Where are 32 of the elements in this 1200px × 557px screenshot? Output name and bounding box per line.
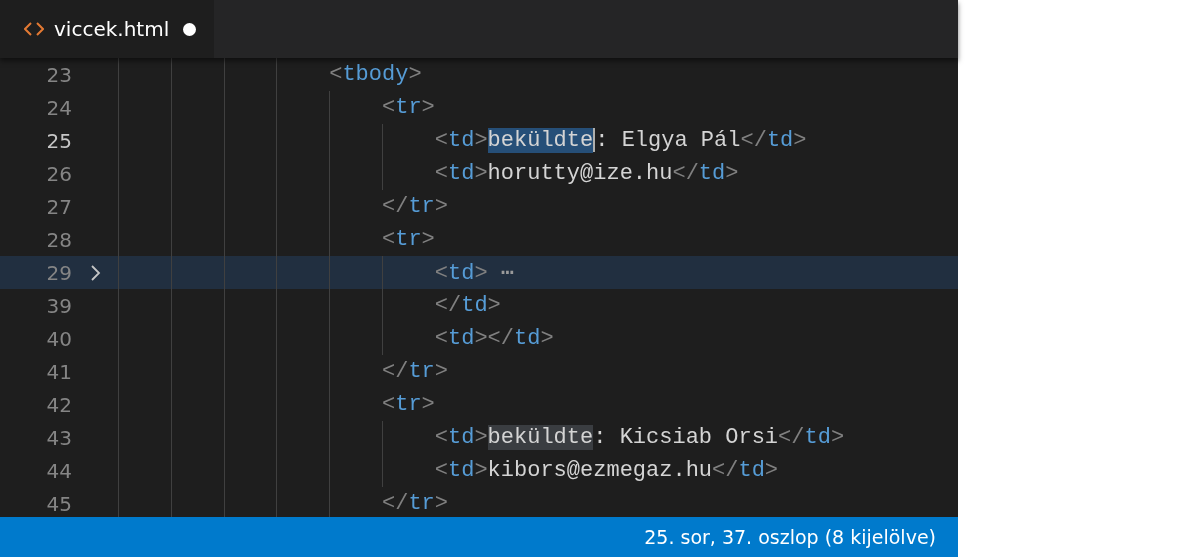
line-number: 23: [45, 62, 72, 87]
code-line: <td>kibors@ezmegaz.hu</td>: [434, 458, 779, 483]
code-line: <tr>: [382, 95, 435, 120]
line-number: 40: [45, 326, 72, 351]
line-number: 28: [45, 227, 72, 252]
code-line: <td>horutty@ize.hu</td>: [434, 161, 739, 186]
line-number: 27: [45, 194, 72, 219]
code-line: </tr>: [382, 194, 448, 219]
code-line: <tr>: [382, 392, 435, 417]
code-line: </td>: [434, 293, 501, 318]
code-line: <td></td>: [434, 326, 554, 351]
line-number: 24: [45, 95, 72, 120]
line-number: 39: [45, 293, 72, 318]
line-number: 25: [45, 128, 72, 153]
code-line: <td>beküldte: Elgya Pál</td>: [434, 128, 807, 153]
chevron-icon[interactable]: [90, 263, 102, 282]
code-icon: [24, 21, 44, 37]
line-number: 45: [45, 491, 72, 516]
line-number: 26: [45, 161, 72, 186]
code-line: <td> ⋯: [434, 260, 515, 286]
code-line: </tr>: [382, 491, 448, 516]
line-number: 43: [45, 425, 72, 450]
cursor-position[interactable]: 25. sor, 37. oszlop (8 kijelölve): [644, 526, 936, 548]
code-line: <tbody>: [329, 62, 422, 87]
editor-tab[interactable]: viccek.html: [0, 0, 214, 58]
code-line: <tr>: [382, 227, 435, 252]
code-line: <td>beküldte: Kicsiab Orsi</td>: [434, 425, 845, 450]
line-number: 29: [45, 260, 72, 285]
line-number: 42: [45, 392, 72, 417]
line-number: 44: [45, 458, 72, 483]
line-number: 41: [45, 359, 72, 384]
code-line: </tr>: [382, 359, 448, 384]
